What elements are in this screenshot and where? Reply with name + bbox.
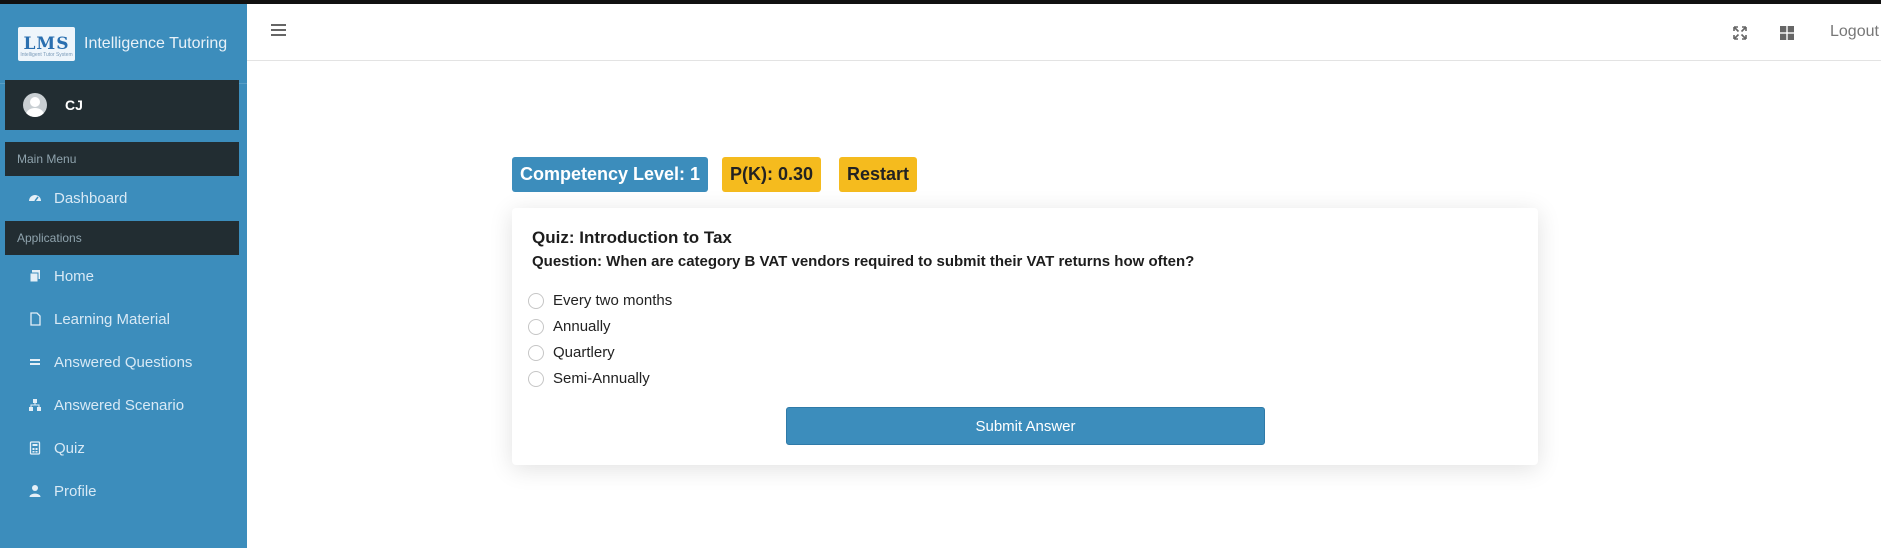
equals-icon	[28, 355, 42, 369]
brand[interactable]: LMS Intelligent Tutor System Intelligenc…	[0, 4, 247, 84]
sidebar-item-label: Answered Scenario	[54, 396, 185, 414]
radio-button[interactable]	[528, 344, 544, 361]
option-every-two-months[interactable]: Every two months	[528, 292, 672, 309]
menu-toggle-icon[interactable]	[271, 24, 286, 37]
radio-button[interactable]	[528, 292, 544, 309]
radio-button[interactable]	[528, 370, 544, 387]
fullscreen-icon[interactable]	[1731, 24, 1749, 42]
quiz-card: Quiz: Introduction to Tax Question: When…	[512, 208, 1538, 465]
avatar	[23, 93, 47, 117]
applications-header: Applications	[5, 221, 239, 255]
sidebar-item-label: Learning Material	[54, 310, 170, 328]
sidebar-item-profile[interactable]: Profile	[0, 473, 247, 509]
user-name: CJ	[65, 97, 83, 113]
copy-icon	[28, 269, 42, 283]
sidebar-item-learning-material[interactable]: Learning Material	[0, 301, 247, 337]
sidebar-item-label: Home	[54, 267, 95, 285]
sidebar-item-label: Dashboard	[54, 189, 128, 207]
option-quartlery[interactable]: Quartlery	[528, 344, 615, 361]
top-navbar: Logout	[247, 4, 1881, 61]
option-label: Annually	[553, 318, 611, 335]
option-label: Every two months	[553, 292, 673, 309]
sidebar-item-answered-scenario[interactable]: Answered Scenario	[0, 387, 247, 423]
submit-answer-button[interactable]: Submit Answer	[786, 407, 1265, 445]
logo-text: LMS	[23, 33, 70, 54]
logo-subtext: Intelligent Tutor System	[20, 51, 73, 58]
sidebar-item-home[interactable]: Home	[0, 258, 247, 294]
competency-level-badge: Competency Level: 1	[512, 157, 709, 192]
sidebar-item-answered-questions[interactable]: Answered Questions	[0, 344, 247, 380]
option-annually[interactable]: Annually	[528, 318, 611, 335]
user-icon	[28, 484, 42, 498]
pk-badge: P(K): 0.30	[722, 157, 822, 192]
app-title: Intelligence Tutoring	[84, 34, 228, 52]
option-semi-annually[interactable]: Semi-Annually	[528, 370, 650, 387]
dashboard-icon	[28, 191, 42, 205]
option-label: Semi-Annually	[553, 370, 650, 387]
quiz-title: Quiz: Introduction to Tax	[532, 228, 732, 247]
radio-button[interactable]	[528, 318, 544, 335]
sidebar-item-dashboard[interactable]: Dashboard	[0, 180, 247, 216]
option-label: Quartlery	[553, 344, 615, 361]
lms-logo: LMS Intelligent Tutor System	[18, 26, 75, 61]
logout-link[interactable]: Logout	[1830, 23, 1879, 41]
grid-icon[interactable]	[1778, 24, 1796, 42]
sidebar-item-quiz[interactable]: Quiz	[0, 430, 247, 466]
restart-button[interactable]: Restart	[839, 157, 918, 192]
sidebar-item-label: Answered Questions	[54, 353, 193, 371]
sidebar-item-label: Quiz	[54, 439, 85, 457]
user-panel: CJ	[5, 80, 239, 130]
main-menu-header: Main Menu	[5, 142, 239, 176]
sitemap-icon	[28, 398, 42, 412]
sidebar-item-label: Profile	[54, 482, 97, 500]
file-icon	[28, 312, 42, 326]
question-text: Question: When are category B VAT vendor…	[532, 253, 1195, 270]
calculator-icon	[28, 441, 42, 455]
